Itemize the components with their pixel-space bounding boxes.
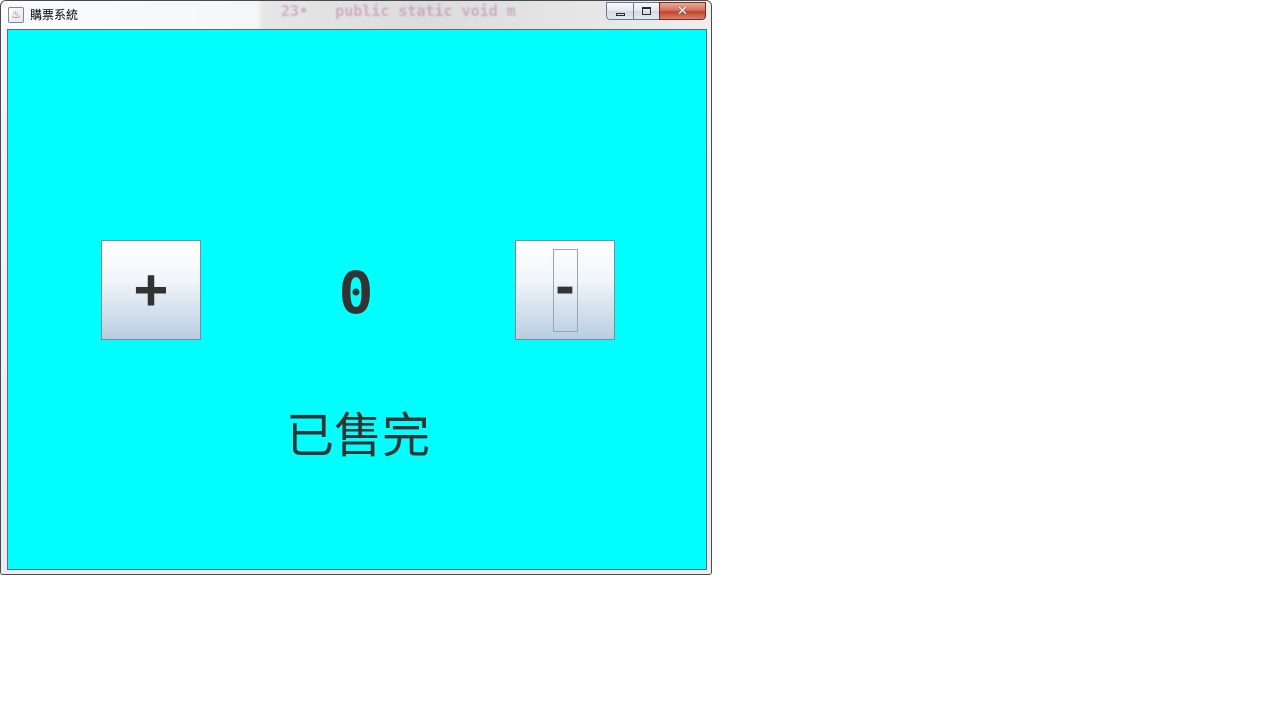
caption-buttons: ✕ xyxy=(606,2,706,21)
ticket-panel: + 0 - 已售完 xyxy=(7,29,707,570)
title-bar[interactable]: 23• public static void m ♨ 購票系統 ✕ xyxy=(1,1,711,29)
close-icon: ✕ xyxy=(677,3,688,19)
increment-label: + xyxy=(134,257,168,322)
decrement-button[interactable]: - xyxy=(515,240,615,340)
decrement-label: - xyxy=(550,260,580,316)
java-cup-icon[interactable]: ♨ xyxy=(8,7,24,23)
window-title: 購票系統 xyxy=(30,8,79,22)
minimize-button[interactable] xyxy=(606,2,633,20)
ticket-count: 0 xyxy=(338,259,374,327)
close-button[interactable]: ✕ xyxy=(659,2,706,20)
sold-out-status: 已售完 xyxy=(285,408,430,464)
maximize-button[interactable] xyxy=(633,2,659,20)
maximize-icon xyxy=(642,7,651,15)
minimize-icon xyxy=(615,12,625,16)
increment-button[interactable]: + xyxy=(101,240,201,340)
app-window: 23• public static void m ♨ 購票系統 ✕ + 0 - … xyxy=(0,0,712,575)
background-window-ghost: 23• public static void m xyxy=(281,2,516,20)
